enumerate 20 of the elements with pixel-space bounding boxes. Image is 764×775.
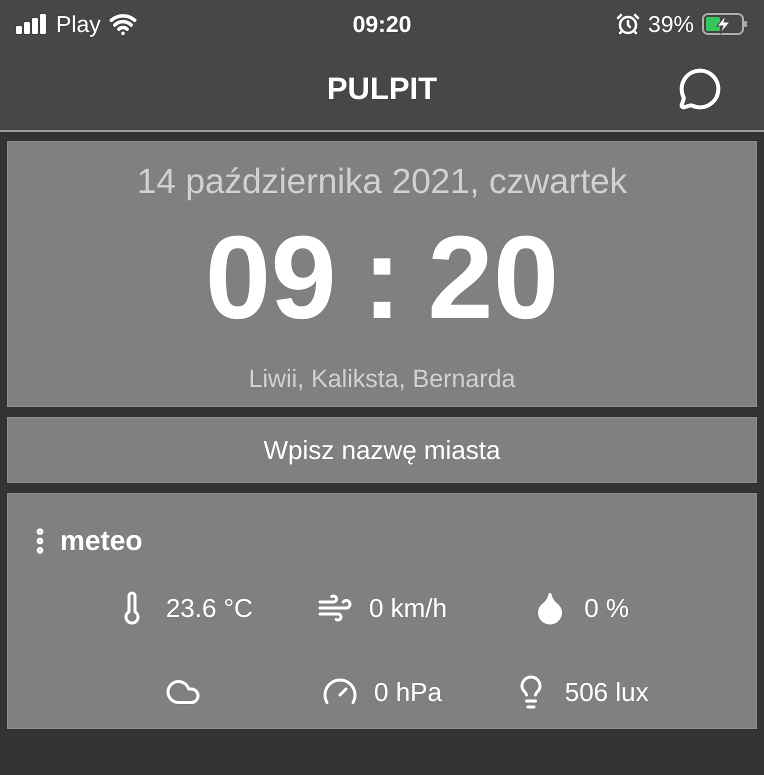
battery-percent: 39% bbox=[648, 10, 694, 39]
status-time: 09:20 bbox=[352, 10, 412, 39]
meteo-value: 0 % bbox=[584, 592, 630, 624]
alarm-icon bbox=[616, 12, 640, 36]
chat-button[interactable] bbox=[678, 67, 722, 111]
meteo-title: meteo bbox=[60, 524, 142, 558]
signal-icon bbox=[16, 14, 48, 34]
date-text: 14 października 2021, czwartek bbox=[136, 164, 628, 199]
meteo-value: 0 hPa bbox=[374, 676, 442, 708]
meteo-value: 0 km/h bbox=[368, 592, 447, 624]
battery-charging-icon bbox=[702, 12, 748, 36]
meteo-value: 23.6 °C bbox=[166, 592, 253, 624]
clock-separator: : bbox=[362, 219, 402, 337]
name-days-text: Liwii, Kaliksta, Bernarda bbox=[248, 364, 516, 395]
clock-hours: 09 bbox=[205, 219, 336, 337]
city-input-field[interactable]: Wpisz nazwę miasta bbox=[7, 417, 757, 483]
page-title: PULPIT bbox=[326, 70, 438, 108]
carrier-name: Play bbox=[56, 10, 101, 39]
meteo-value: 506 lux bbox=[564, 676, 649, 708]
clock-minutes: 20 bbox=[428, 219, 559, 337]
